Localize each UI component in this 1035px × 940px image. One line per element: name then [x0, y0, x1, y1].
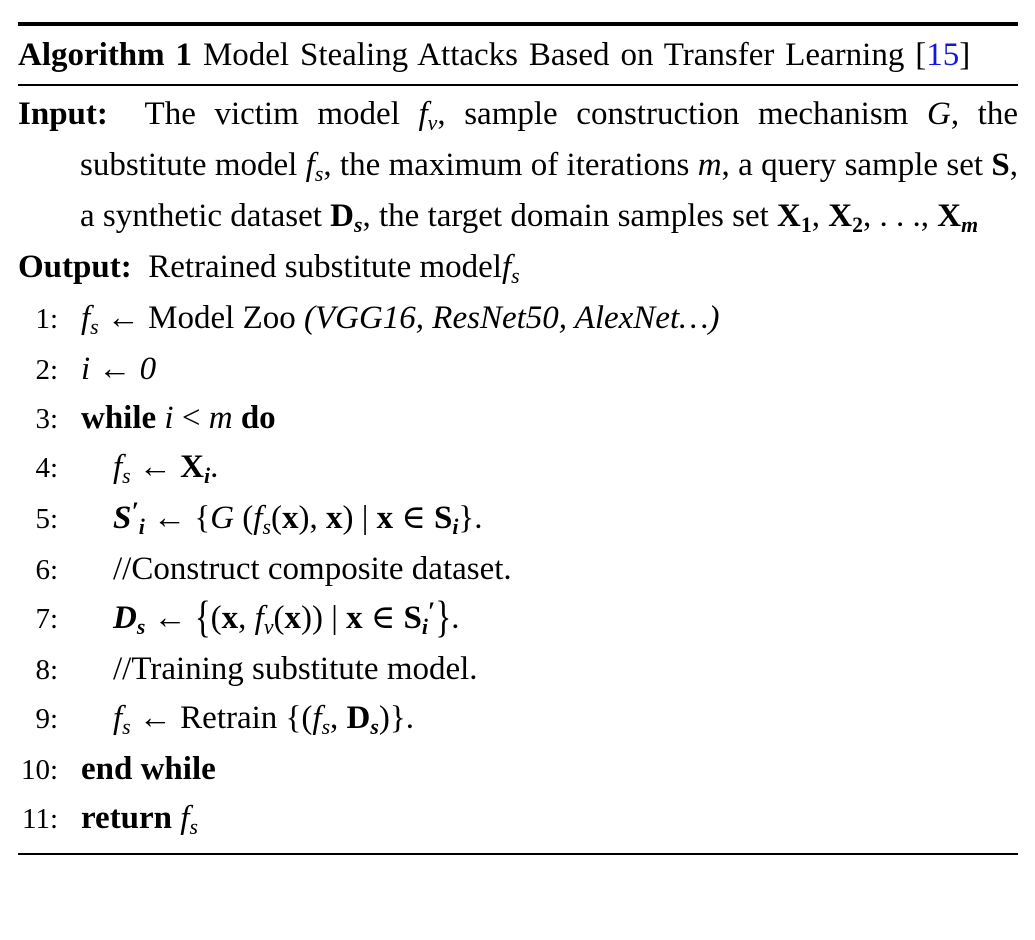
- line-statement: Ds ← {(x, fv(x)) | x ∈ Si′}.: [113, 593, 460, 643]
- assign-arrow-icon: ←: [138, 700, 172, 736]
- line-statement: i ← 0: [81, 351, 157, 387]
- algorithm-line: 3: while i < m do: [18, 394, 1018, 443]
- line-statement: end while: [81, 751, 216, 787]
- sym-G: G: [926, 96, 951, 132]
- sym-X-1: X1: [777, 198, 812, 238]
- line-statement: fs ← Retrain {(fs, Ds)}.: [113, 700, 414, 740]
- assign-arrow-icon: ←: [106, 300, 140, 336]
- line-statement: while i < m do: [81, 400, 276, 436]
- assign-arrow-icon: ←: [153, 500, 187, 536]
- line-number: 8:: [35, 654, 58, 686]
- sym-X-m: Xm: [937, 198, 979, 238]
- algorithm-line: 1: fs ← Model Zoo (VGG16, ResNet50, Alex…: [18, 294, 1018, 345]
- algorithm-line: 4: fs ← Xi.: [18, 443, 1018, 494]
- algorithm-line: 8: //Training substitute model.: [18, 645, 1018, 694]
- sym-S: S: [991, 147, 1010, 183]
- output-label: Output:: [18, 249, 132, 285]
- algorithm-line: 11: return fs: [18, 794, 1018, 845]
- citation-ref-15[interactable]: 15: [926, 37, 959, 73]
- citation-open: [: [904, 37, 927, 73]
- algorithm-bottom-rule-wrap: [18, 853, 1018, 855]
- citation-close: ]: [959, 37, 971, 73]
- line-number: 6:: [35, 554, 58, 586]
- algorithm-line: 2: i ← 0: [18, 345, 1018, 394]
- output-text: Retrained substitute modelfs: [148, 249, 520, 289]
- algorithm-input-row: Input: The victim model fv, sample const…: [18, 90, 1018, 243]
- algorithm-top-rule: [18, 22, 1018, 26]
- sym-X-2: X2: [828, 198, 864, 238]
- algorithm-body: Input: The victim model fv, sample const…: [18, 86, 1018, 845]
- input-text: The victim model fv, sample construction…: [80, 96, 1018, 238]
- algorithm-line: 9: fs ← Retrain {(fs, Ds)}.: [18, 694, 1018, 745]
- algorithm-line: 10: end while: [18, 745, 1018, 794]
- algorithm-line: 5: S′i ← {G (fs(x), x) | x ∈ Si}.: [18, 494, 1018, 545]
- line-number: 4:: [35, 452, 58, 484]
- algorithm-line: 7: Ds ← {(x, fv(x)) | x ∈ Si′}.: [18, 594, 1018, 645]
- ldots: . . .: [879, 198, 921, 234]
- sym-m: m: [697, 147, 722, 183]
- line-number: 2:: [35, 354, 58, 386]
- line-number: 5:: [35, 503, 58, 535]
- line-number: 7:: [35, 603, 58, 635]
- algorithm-title: Model Stealing Attacks Based on Transfer…: [202, 37, 905, 73]
- algorithm-bottom-rule: [18, 853, 1018, 855]
- algorithm-label: Algorithm 1: [18, 37, 193, 73]
- assign-arrow-icon: ←: [98, 351, 132, 387]
- line-number: 9:: [35, 703, 58, 735]
- line-statement: S′i ← {G (fs(x), x) | x ∈ Si}.: [113, 496, 483, 540]
- algorithm-output-row: Output: Retrained substitute modelfs: [18, 243, 1018, 294]
- assign-arrow-icon: ←: [138, 449, 172, 485]
- line-statement: fs ← Xi.: [113, 449, 219, 489]
- sym-f-s-out: fs: [501, 249, 520, 289]
- line-statement: fs ← Model Zoo (VGG16, ResNet50, AlexNet…: [81, 300, 720, 340]
- input-label: Input:: [18, 96, 108, 132]
- sym-f-s: fs: [305, 147, 324, 187]
- line-statement: return fs: [81, 800, 198, 840]
- line-comment: //Training substitute model.: [113, 651, 478, 687]
- sym-f-v: fv: [418, 96, 438, 136]
- algorithm-caption: Algorithm 1 Model Stealing Attacks Based…: [18, 32, 1018, 78]
- line-number: 10:: [20, 754, 58, 786]
- sym-D-s: Ds: [330, 198, 363, 238]
- algorithm-line: 6: //Construct composite dataset.: [18, 545, 1018, 594]
- assign-arrow-icon: ←: [153, 600, 187, 636]
- algorithm-float: Algorithm 1 Model Stealing Attacks Based…: [18, 22, 1018, 855]
- line-number: 11:: [22, 803, 58, 835]
- line-number: 3:: [35, 403, 58, 435]
- line-number: 1:: [35, 303, 58, 335]
